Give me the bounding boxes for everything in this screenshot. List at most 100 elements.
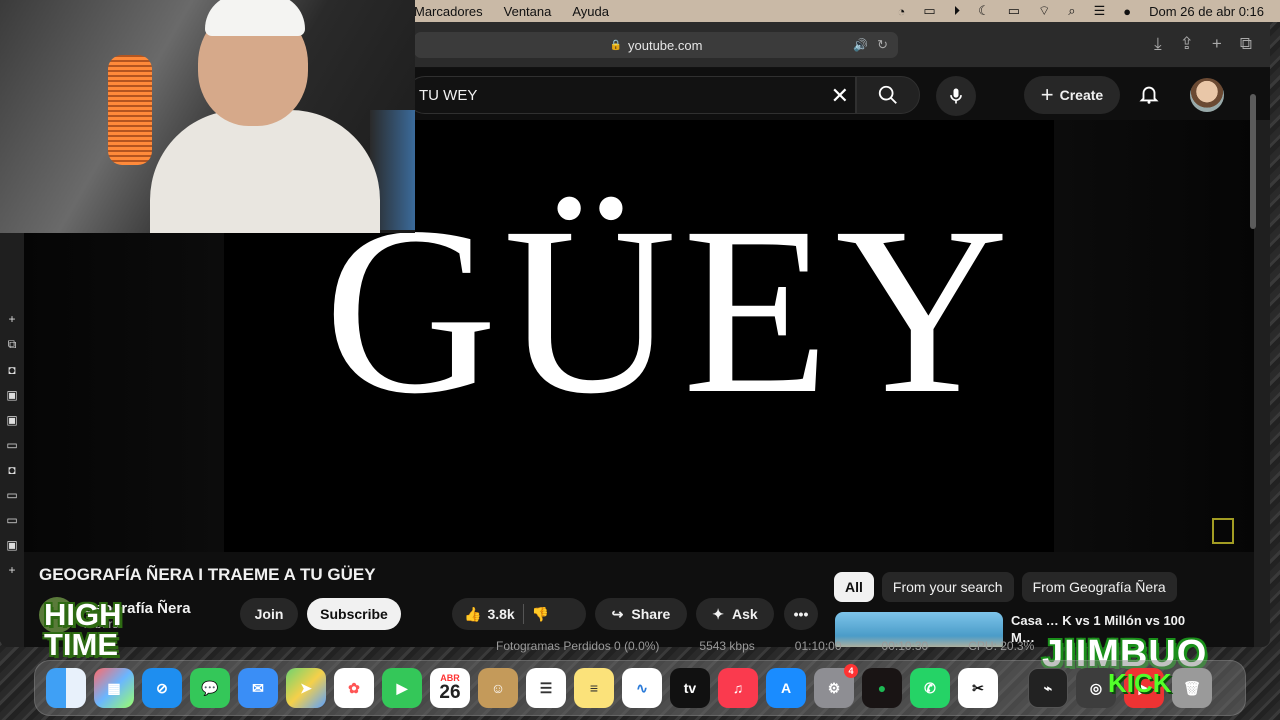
thumbs-up-icon: 👍 xyxy=(464,605,482,622)
voice-search-button[interactable] xyxy=(936,76,976,116)
photos-icon[interactable]: ✿ xyxy=(334,668,374,708)
trash-icon[interactable]: 🗑 xyxy=(1172,668,1212,708)
calendar-day: 26 xyxy=(439,682,461,703)
messages-icon[interactable]: 💬 xyxy=(190,668,230,708)
streamer-shirt xyxy=(150,110,380,233)
image-icon[interactable]: ▣ xyxy=(6,413,17,427)
kick-logo: KICK xyxy=(1108,668,1172,698)
activity-monitor-icon[interactable]: ⌁ xyxy=(1028,668,1068,708)
video-frame-text: GÜEY xyxy=(324,177,1015,443)
menu-clock[interactable]: Dom 26 de abr 0:16 xyxy=(1149,4,1264,19)
obs-dock-strip: + ⧉ ◘ ▣ ▣ ▭ ◘ ▭ ▭ ▣ + xyxy=(0,312,24,642)
contacts-icon[interactable]: ☺ xyxy=(478,668,518,708)
window-icon[interactable]: ▭ xyxy=(6,488,17,502)
reminders-icon[interactable]: ☰ xyxy=(526,668,566,708)
dock-divider xyxy=(1006,668,1020,708)
close-icon[interactable]: ✕ xyxy=(831,83,849,109)
avatar[interactable] xyxy=(1190,78,1224,112)
like-count: 3.8k xyxy=(487,606,515,622)
window-icon[interactable]: ▭ xyxy=(6,513,17,527)
search-button[interactable] xyxy=(856,76,920,114)
more-icon: ••• xyxy=(793,606,809,622)
app-store-icon[interactable]: A xyxy=(766,668,806,708)
window-icon[interactable]: ▭ xyxy=(923,3,935,19)
tv-label: tv xyxy=(683,680,697,696)
calendar-icon[interactable]: ABR 26 xyxy=(430,668,470,708)
download-icon[interactable]: ⤓ xyxy=(1154,34,1162,54)
freeform-icon[interactable]: ∿ xyxy=(622,668,662,708)
search-icon[interactable]: ⌕ xyxy=(1068,3,1075,19)
camera-icon[interactable]: ◘ xyxy=(8,363,15,377)
maps-icon[interactable]: ➤ xyxy=(286,668,326,708)
camera-icon[interactable]: ◘ xyxy=(8,463,15,477)
obs-cpu: CPU: 20.3% xyxy=(968,639,1035,653)
menu-marcadores[interactable]: Marcadores xyxy=(414,4,483,19)
lock-icon: 🔒 xyxy=(609,39,622,51)
ask-button[interactable]: ✦ Ask xyxy=(696,598,774,630)
moon-icon[interactable]: ☾ xyxy=(978,3,990,19)
notes-icon[interactable]: ≡ xyxy=(574,668,614,708)
audio-icon[interactable]: 🔊 xyxy=(853,38,868,52)
finder-icon[interactable] xyxy=(46,668,86,708)
menu-ventana[interactable]: Ventana xyxy=(504,4,552,19)
like-button[interactable]: 👍 3.8k xyxy=(464,606,515,623)
search-icon xyxy=(878,85,897,104)
settings-badge: 4 xyxy=(844,664,858,678)
window-icon[interactable]: ▭ xyxy=(6,438,17,452)
subscribe-button[interactable]: Subscribe xyxy=(307,598,401,630)
capcut-icon[interactable]: ✂ xyxy=(958,668,998,708)
url-text: youtube.com xyxy=(628,37,703,53)
chip-all[interactable]: All xyxy=(834,572,874,602)
plus-icon: + xyxy=(1040,82,1054,107)
join-button[interactable]: Join xyxy=(240,598,298,630)
obs-time-record: 00:10:30 xyxy=(881,639,929,653)
apple-tv-icon[interactable]: tv xyxy=(670,668,710,708)
search-input[interactable]: TU WEY ✕ xyxy=(406,76,856,114)
image-icon[interactable]: ▣ xyxy=(6,538,17,552)
plus-icon[interactable]: + xyxy=(8,563,15,577)
address-bar[interactable]: 🔒 youtube.com 🔊 ↻ xyxy=(414,32,898,58)
player-shade-right xyxy=(1054,120,1254,552)
battery-icon[interactable]: ▭ xyxy=(1008,3,1020,19)
chip-from-channel[interactable]: From Geografía Ñera xyxy=(1021,572,1177,602)
share-icon: ↪ xyxy=(611,605,624,622)
overlay-frame-icon xyxy=(1212,518,1234,544)
new-tab-icon[interactable]: + xyxy=(1212,34,1222,54)
whatsapp-icon[interactable]: ✆ xyxy=(910,668,950,708)
sparkle-icon: ✦ xyxy=(712,605,725,622)
webcam-overlay xyxy=(0,0,415,233)
like-dislike-group: 👍 3.8k 👎 xyxy=(452,598,586,630)
filter-chips: All From your search From Geografía Ñera xyxy=(834,572,1177,602)
facetime-icon[interactable]: ▶ xyxy=(382,668,422,708)
dashboard-icon[interactable]: ◔ xyxy=(897,4,905,19)
subscribe-label: Subscribe xyxy=(320,606,388,622)
layers-icon[interactable]: ⧉ xyxy=(8,337,17,352)
tabs-overview-icon[interactable]: ⧉ xyxy=(1240,34,1252,54)
mail-icon[interactable]: ✉ xyxy=(238,668,278,708)
menu-ayuda[interactable]: Ayuda xyxy=(572,4,609,19)
siri-icon[interactable]: ● xyxy=(1123,4,1131,19)
image-icon[interactable]: ▣ xyxy=(6,388,17,402)
dock-apps: ▦ ⊘ 💬 ✉ ➤ ✿ ▶ ABR 26 ☺ ☰ ≡ ∿ tv ♫ A ⚙ 4 ●… xyxy=(46,664,1212,708)
obs-bitrate: 5543 kbps xyxy=(699,639,755,653)
play-icon[interactable]: ⏵ xyxy=(954,3,961,19)
share-icon[interactable]: ⇪ xyxy=(1180,34,1194,54)
launchpad-icon[interactable]: ▦ xyxy=(94,668,134,708)
page-scrollbar[interactable] xyxy=(1250,94,1256,229)
system-settings-icon[interactable]: ⚙ 4 xyxy=(814,664,858,708)
plus-icon[interactable]: + xyxy=(8,312,15,326)
studio-microphone xyxy=(108,55,152,165)
create-button[interactable]: + Create xyxy=(1024,76,1120,114)
notifications-button[interactable] xyxy=(1138,82,1160,111)
more-actions-button[interactable]: ••• xyxy=(784,598,818,630)
share-button[interactable]: ↪ Share xyxy=(595,598,687,630)
ask-label: Ask xyxy=(732,606,758,622)
safari-icon[interactable]: ⊘ xyxy=(142,668,182,708)
chip-from-search[interactable]: From your search xyxy=(881,572,1014,602)
music-icon[interactable]: ♫ xyxy=(718,668,758,708)
reload-icon[interactable]: ↻ xyxy=(877,37,888,53)
wifi-icon[interactable]: ⌔ xyxy=(1038,3,1050,19)
thumbs-down-icon[interactable]: 👎 xyxy=(532,606,549,623)
spotify-icon[interactable]: ● xyxy=(862,668,902,708)
control-center-icon[interactable]: ☰ xyxy=(1094,3,1106,19)
